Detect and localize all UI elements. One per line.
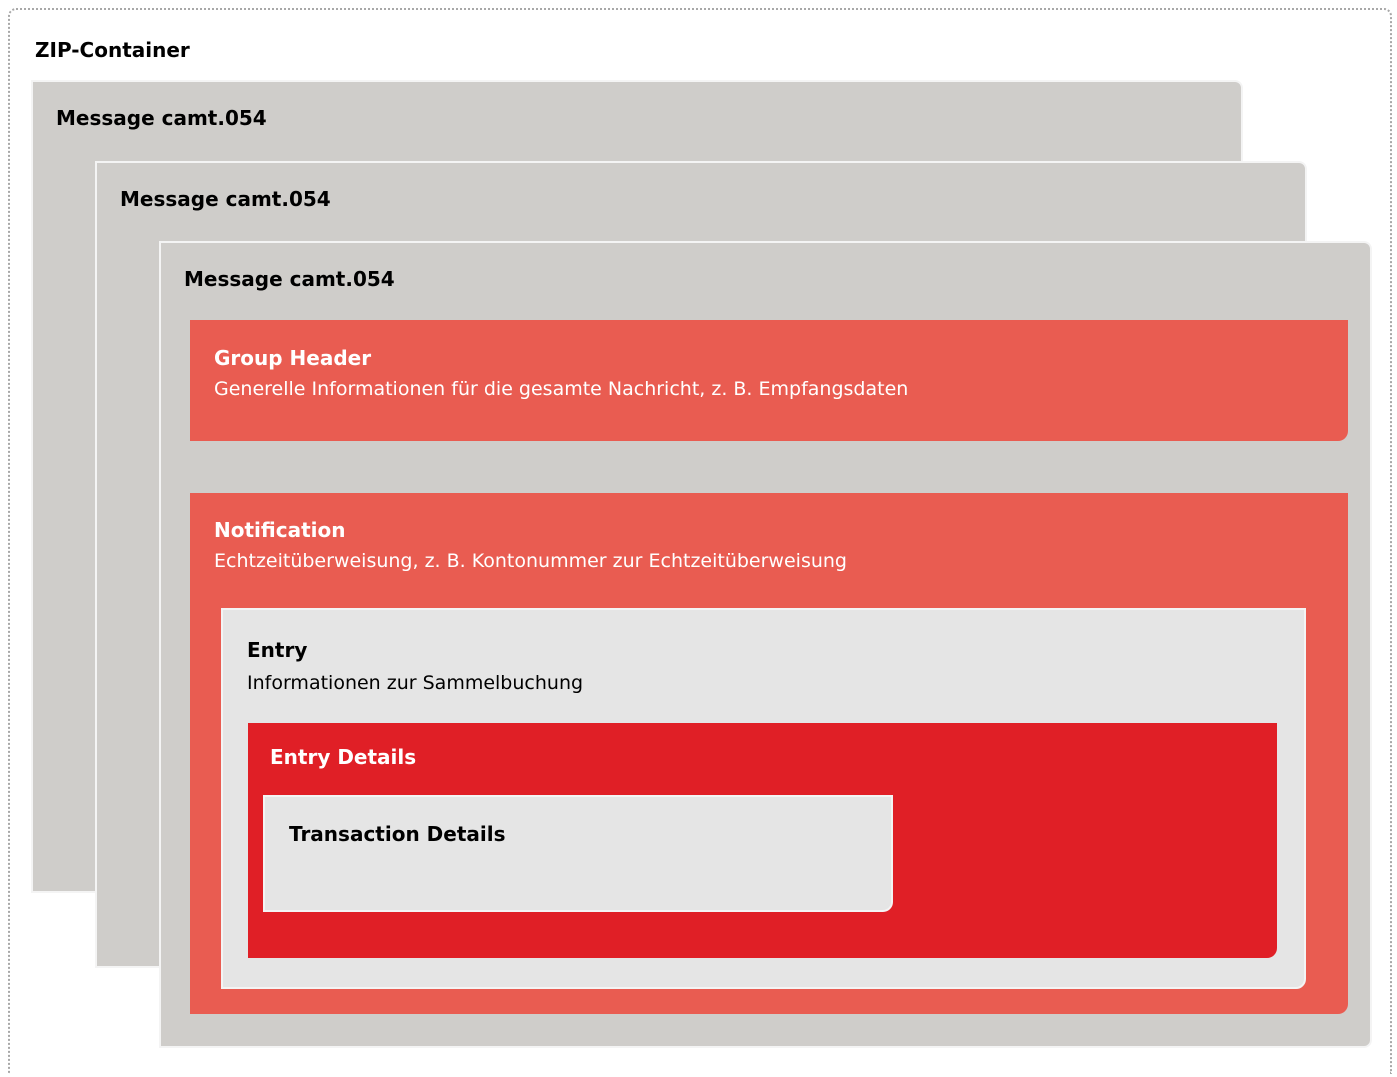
- entry-title: Entry: [247, 638, 308, 662]
- message-title-1: Message camt.054: [56, 106, 267, 130]
- message-title-2: Message camt.054: [120, 187, 331, 211]
- group-header-description: Generelle Informationen für die gesamte …: [214, 378, 909, 400]
- message-title-3: Message camt.054: [184, 267, 395, 291]
- notification-title: Notification: [214, 518, 346, 542]
- transaction-details-block: Transaction Details: [263, 795, 893, 912]
- group-header-block: Group Header Generelle Informationen für…: [190, 320, 1348, 441]
- notification-description: Echtzeitüberweisung, z. B. Kontonummer z…: [214, 550, 847, 572]
- transaction-details-title: Transaction Details: [289, 822, 506, 846]
- group-header-title: Group Header: [214, 346, 372, 370]
- zip-container-title: ZIP-Container: [35, 38, 190, 62]
- entry-details-title: Entry Details: [270, 745, 417, 769]
- entry-description: Informationen zur Sammelbuchung: [247, 672, 584, 694]
